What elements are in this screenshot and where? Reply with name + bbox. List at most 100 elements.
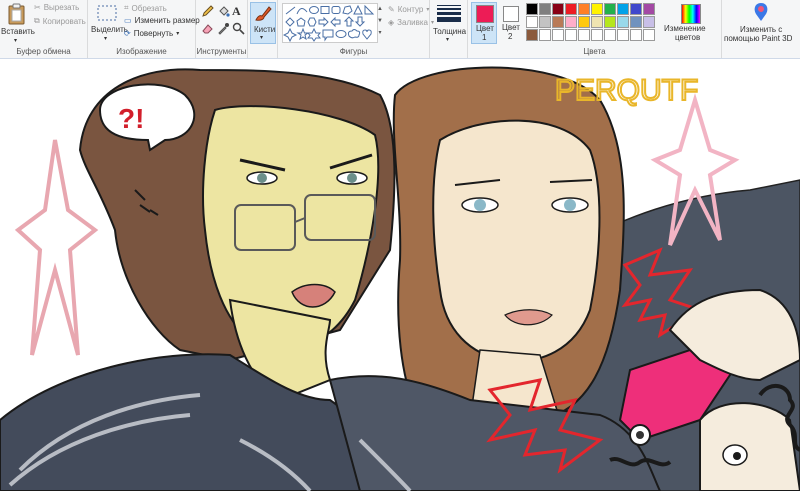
paint3d-line1: Изменить с xyxy=(740,25,783,34)
shapes-scroll[interactable]: ▲ ▼ ▾ xyxy=(376,3,384,41)
crop-icon: ⌗ xyxy=(124,3,129,12)
fill-tool[interactable] xyxy=(217,5,230,18)
palette-swatch[interactable] xyxy=(552,29,564,41)
cut-button[interactable]: ✂ Вырезать xyxy=(34,3,79,12)
copy-button[interactable]: ⧉ Копировать xyxy=(34,16,86,26)
left-arrow-shape[interactable] xyxy=(330,16,341,28)
palette-swatch[interactable] xyxy=(539,29,551,41)
palette-swatch[interactable] xyxy=(552,16,564,28)
rectangle-shape[interactable] xyxy=(320,6,330,14)
color1-button[interactable]: Цвет 1 xyxy=(471,2,497,44)
hexagon-shape[interactable] xyxy=(307,17,317,27)
palette-swatch[interactable] xyxy=(643,16,655,28)
palette-swatch[interactable] xyxy=(604,16,616,28)
brushes-group: Кисти ▾ xyxy=(248,0,278,58)
copy-icon: ⧉ xyxy=(34,16,40,25)
palette-swatch[interactable] xyxy=(591,16,603,28)
pencil-tool[interactable] xyxy=(201,5,214,18)
palette-swatch[interactable] xyxy=(565,29,577,41)
palette-swatch[interactable] xyxy=(591,3,603,15)
line-shape[interactable] xyxy=(285,6,296,15)
oval-callout-shape[interactable] xyxy=(335,30,347,38)
four-point-star-shape[interactable] xyxy=(282,27,298,43)
shapes-group: ▲ ▼ ▾ ✎ Контур ▾ ◈ Заливка ▾ Фигуры xyxy=(278,0,434,58)
outline-label: Контур xyxy=(397,5,424,14)
shapes-gallery[interactable] xyxy=(282,3,378,43)
eraser-tool[interactable] xyxy=(201,22,214,35)
right-arrow-shape[interactable] xyxy=(318,16,329,28)
shapes-group-label: Фигуры xyxy=(339,47,368,56)
edit-colors-button[interactable]: Изменение цветов xyxy=(663,2,719,44)
heart-shape[interactable] xyxy=(362,29,372,40)
oval-shape[interactable] xyxy=(309,6,319,14)
callout-shape[interactable] xyxy=(322,29,334,42)
palette-swatch[interactable] xyxy=(617,29,629,41)
text-tool[interactable]: A xyxy=(232,4,245,18)
pencil-icon xyxy=(202,5,214,17)
fill-label: Заливка xyxy=(397,18,428,27)
right-triangle-shape[interactable] xyxy=(364,4,375,15)
rounded-rectangle-shape[interactable] xyxy=(331,6,341,14)
palette-swatch[interactable] xyxy=(630,16,642,28)
palette-swatch[interactable] xyxy=(604,29,616,41)
brushes-button[interactable]: Кисти ▾ xyxy=(250,2,276,44)
palette-swatch[interactable] xyxy=(643,29,655,41)
polygon-shape[interactable] xyxy=(342,5,353,15)
palette-swatch[interactable] xyxy=(578,3,590,15)
magnifier-tool[interactable] xyxy=(232,22,245,35)
right-face xyxy=(432,119,601,362)
six-point-star-shape[interactable] xyxy=(306,27,322,42)
palette-swatch[interactable] xyxy=(630,3,642,15)
color-picker-tool[interactable] xyxy=(217,22,230,35)
clipboard-icon xyxy=(8,3,25,25)
palette-swatch[interactable] xyxy=(565,16,577,28)
palette-swatch[interactable] xyxy=(630,29,642,41)
palette-swatch[interactable] xyxy=(591,29,603,41)
palette-swatch[interactable] xyxy=(526,29,538,41)
chevron-down-icon: ▾ xyxy=(426,7,430,13)
select-button[interactable]: Выделить ▾ xyxy=(90,3,128,45)
palette-swatch[interactable] xyxy=(565,3,577,15)
edit-with-paint3d-button[interactable]: Изменить с помощью Paint 3D xyxy=(724,2,798,46)
selection-rectangle-icon xyxy=(97,5,117,21)
eyedropper-icon xyxy=(218,23,229,35)
triangle-shape[interactable] xyxy=(353,4,363,15)
palette-swatch[interactable] xyxy=(617,3,629,15)
palette-swatch[interactable] xyxy=(643,3,655,15)
outline-dropdown[interactable]: ✎ Контур ▾ xyxy=(388,5,429,14)
image-group-label: Изображение xyxy=(116,47,167,56)
star-shape[interactable] xyxy=(296,27,310,41)
drawing-canvas[interactable]: ?! PERQUTF xyxy=(0,59,800,491)
colors-group-label: Цвета xyxy=(583,47,606,56)
palette-swatch[interactable] xyxy=(578,29,590,41)
fill-dropdown[interactable]: ◈ Заливка ▾ xyxy=(388,18,434,27)
size-button[interactable]: Толщина ▾ xyxy=(432,3,466,45)
resize-icon: ▭ xyxy=(124,16,132,25)
clipboard-group-label: Буфер обмена xyxy=(16,47,71,56)
palette-swatch[interactable] xyxy=(539,16,551,28)
crop-button[interactable]: ⌗ Обрезать xyxy=(124,3,167,13)
palette-swatch[interactable] xyxy=(604,3,616,15)
rotate-button[interactable]: ⟳ Повернуть ▾ xyxy=(124,29,179,38)
cloud-callout-shape[interactable] xyxy=(347,29,361,39)
color2-button[interactable]: Цвет 2 xyxy=(499,2,523,44)
curve-shape[interactable] xyxy=(296,8,308,15)
brushes-label: Кисти xyxy=(254,25,276,34)
palette-swatch[interactable] xyxy=(539,3,551,15)
resize-button[interactable]: ▭ Изменить размер xyxy=(124,16,200,25)
paste-label: Вставить xyxy=(1,27,35,36)
up-arrow-shape[interactable] xyxy=(343,16,355,27)
palette-swatch[interactable] xyxy=(578,16,590,28)
paste-button[interactable]: Вставить ▾ xyxy=(1,3,35,44)
palette-swatch[interactable] xyxy=(552,3,564,15)
chevron-down-icon: ▾ xyxy=(14,38,18,44)
brush-icon xyxy=(255,6,272,21)
pentagon-shape[interactable] xyxy=(296,17,306,27)
chevron-down-icon: ▾ xyxy=(176,31,180,37)
palette-swatch[interactable] xyxy=(617,16,629,28)
diamond-shape[interactable] xyxy=(285,17,295,27)
rotate-label: Повернуть xyxy=(133,29,174,38)
palette-swatch[interactable] xyxy=(526,3,538,15)
down-arrow-shape[interactable] xyxy=(354,16,366,27)
palette-swatch[interactable] xyxy=(526,16,538,28)
